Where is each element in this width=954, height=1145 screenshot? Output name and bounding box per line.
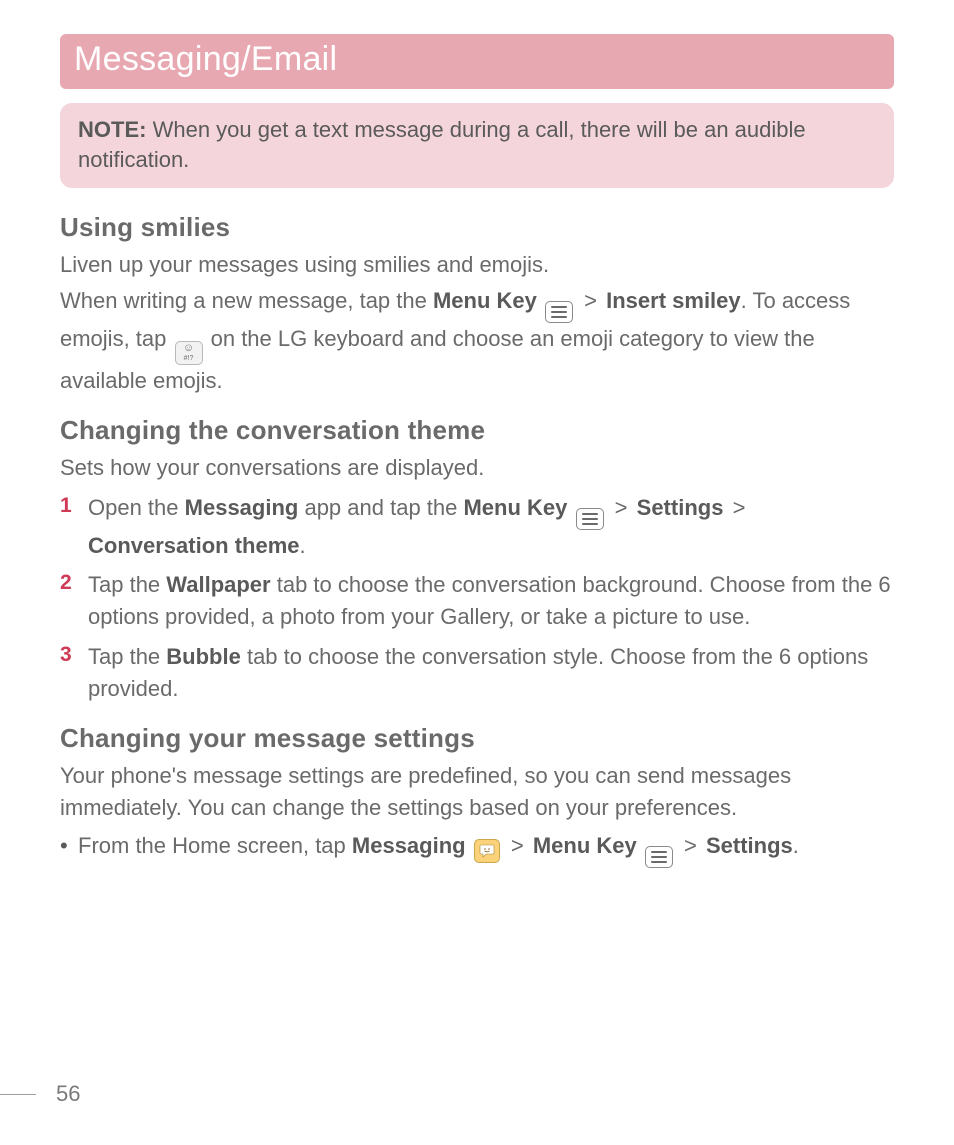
text-fragment: on the LG keyboard and choose an emoji c… <box>60 326 815 393</box>
messaging-app-icon <box>474 839 500 863</box>
settings-bullets: • From the Home screen, tap Messaging > … <box>60 830 894 868</box>
step-body: Open the Messaging app and tap the Menu … <box>88 492 894 562</box>
footer-rule <box>0 1094 36 1095</box>
text-fragment: . <box>300 533 306 558</box>
step-number: 1 <box>60 492 88 518</box>
step-3: 3 Tap the Bubble tab to choose the conve… <box>60 641 894 705</box>
page-title: Messaging/Email <box>74 40 880 79</box>
note-label: NOTE: <box>78 117 146 142</box>
label-messaging-app: Messaging <box>185 495 299 520</box>
text-fragment: When writing a new message, tap the <box>60 288 433 313</box>
text-fragment: From the Home screen, tap <box>78 833 352 858</box>
label-messaging-app: Messaging <box>352 833 466 858</box>
theme-steps: 1 Open the Messaging app and tap the Men… <box>60 492 894 705</box>
emoji-keyboard-icon: ☺#!? <box>175 341 203 365</box>
menu-key-icon <box>645 846 673 868</box>
separator-gt: > <box>508 830 527 862</box>
label-settings: Settings <box>706 833 793 858</box>
text-fragment: Tap the <box>88 644 166 669</box>
page-number: 56 <box>56 1081 80 1107</box>
text-fragment: Open the <box>88 495 185 520</box>
step-number: 3 <box>60 641 88 667</box>
separator-gt: > <box>730 492 749 524</box>
bullet-item: • From the Home screen, tap Messaging > … <box>60 830 894 868</box>
label-insert-smiley: Insert smiley <box>606 288 741 313</box>
label-menu-key: Menu Key <box>533 833 637 858</box>
step-number: 2 <box>60 569 88 595</box>
menu-key-icon <box>576 508 604 530</box>
label-menu-key: Menu Key <box>463 495 567 520</box>
note-box: NOTE: When you get a text message during… <box>60 103 894 188</box>
note-text: When you get a text message during a cal… <box>78 117 806 172</box>
label-wallpaper: Wallpaper <box>166 572 270 597</box>
heading-using-smilies: Using smilies <box>60 212 894 243</box>
separator-gt: > <box>581 285 600 317</box>
text-fragment: Tap the <box>88 572 166 597</box>
footer: 56 <box>0 1081 80 1107</box>
step-body: Tap the Bubble tab to choose the convers… <box>88 641 894 705</box>
page: Messaging/Email NOTE: When you get a tex… <box>0 0 954 1145</box>
bullet-body: From the Home screen, tap Messaging > Me… <box>78 830 894 868</box>
menu-key-icon <box>545 301 573 323</box>
step-body: Tap the Wallpaper tab to choose the conv… <box>88 569 894 633</box>
separator-gt: > <box>681 830 700 862</box>
separator-gt: > <box>612 492 631 524</box>
step-2: 2 Tap the Wallpaper tab to choose the co… <box>60 569 894 633</box>
label-bubble: Bubble <box>166 644 241 669</box>
smilies-paragraph: When writing a new message, tap the Menu… <box>60 285 894 396</box>
settings-intro: Your phone's message settings are predef… <box>60 760 894 824</box>
heading-conversation-theme: Changing the conversation theme <box>60 415 894 446</box>
step-1: 1 Open the Messaging app and tap the Men… <box>60 492 894 562</box>
heading-message-settings: Changing your message settings <box>60 723 894 754</box>
smilies-intro: Liven up your messages using smilies and… <box>60 249 894 281</box>
text-fragment: app and tap the <box>298 495 463 520</box>
theme-intro: Sets how your conversations are displaye… <box>60 452 894 484</box>
label-conversation-theme: Conversation theme <box>88 533 300 558</box>
bullet-dot: • <box>60 830 78 862</box>
section-header-band: Messaging/Email <box>60 34 894 89</box>
label-settings: Settings <box>637 495 724 520</box>
label-menu-key: Menu Key <box>433 288 537 313</box>
text-fragment: . <box>793 833 799 858</box>
